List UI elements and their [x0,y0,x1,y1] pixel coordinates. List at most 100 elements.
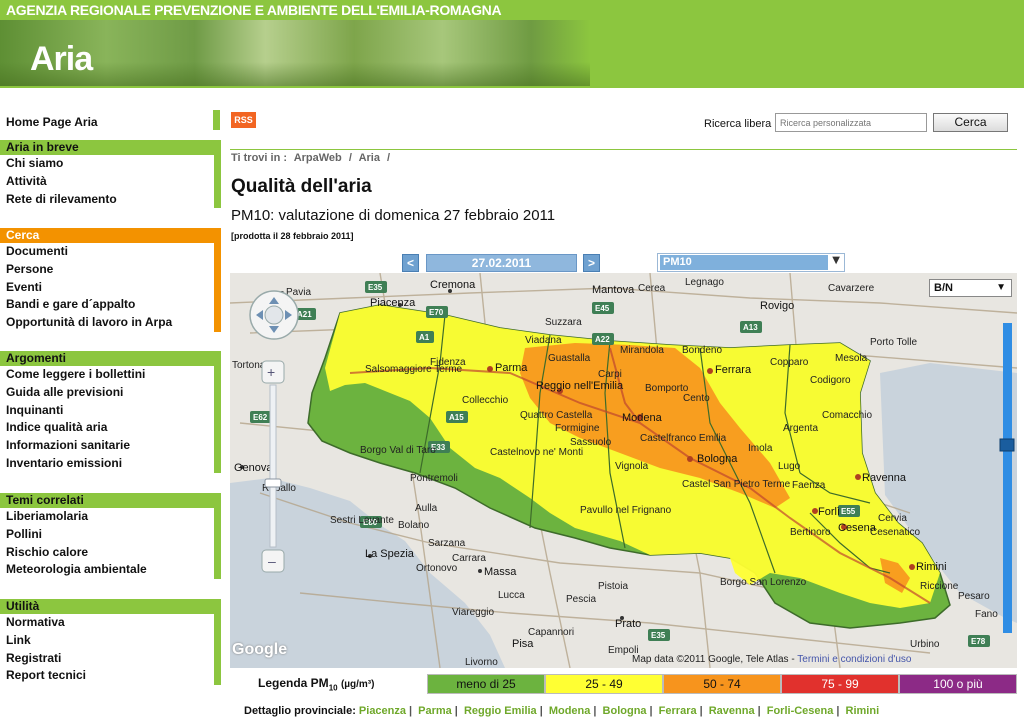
svg-text:Castel San Pietro Terme: Castel San Pietro Terme [682,479,791,490]
nav-item-chi-siamo[interactable]: Chi siamo [0,155,214,173]
nav-item-eventi[interactable]: Eventi [0,279,214,297]
nav-item-rete-rilevamento[interactable]: Rete di rilevamento [0,191,214,209]
svg-text:Tortona: Tortona [232,360,266,371]
svg-text:Collecchio: Collecchio [462,395,509,406]
svg-text:Castelfranco Emilia: Castelfranco Emilia [640,433,727,444]
rss-button[interactable]: RSS [231,112,256,128]
province-link-parma[interactable]: Parma [418,705,452,717]
svg-text:Mirandola: Mirandola [620,345,664,356]
svg-text:Pontremoli: Pontremoli [410,473,458,484]
svg-text:Legnago: Legnago [685,277,724,288]
svg-text:Bologna: Bologna [697,453,738,465]
svg-text:E35: E35 [651,631,666,640]
nav-item-informazioni-sanitarie[interactable]: Informazioni sanitarie [0,437,214,455]
province-link-reggio-emilia[interactable]: Reggio Emilia [464,705,537,717]
page-title: Qualità dell'aria [231,176,372,197]
nav-group-aria-in-breve: Aria in breve Chi siamo Attività Rete di… [0,140,221,209]
nav-item-bandi-gare[interactable]: Bandi e gare d´appalto [0,296,214,314]
nav-item-documenti[interactable]: Documenti [0,243,214,261]
svg-text:Lugo: Lugo [778,461,801,472]
svg-text:Sarzana: Sarzana [428,538,466,549]
map-type-select[interactable]: B/N ▼ [929,279,1012,297]
province-link-ferrara[interactable]: Ferrara [659,705,697,717]
svg-text:Sestri Levante: Sestri Levante [330,515,394,526]
province-link-piacenza[interactable]: Piacenza [359,705,406,717]
prev-date-button[interactable]: < [402,254,419,272]
province-link-rimini[interactable]: Rimini [846,705,880,717]
province-link-modena[interactable]: Modena [549,705,591,717]
nav-home-link[interactable]: Home Page Aria [6,115,98,129]
province-link-forli-cesena[interactable]: Forli-Cesena [767,705,834,717]
svg-text:Guastalla: Guastalla [548,353,591,364]
nav-group-title[interactable]: Aria in breve [0,140,214,155]
svg-text:Cesenatico: Cesenatico [870,527,920,538]
search-input[interactable] [775,113,927,132]
header-banner: AGENZIA REGIONALE PREVENZIONE E AMBIENTE… [0,0,1024,88]
breadcrumb-separator: / [348,152,352,164]
pollutant-select[interactable]: PM10 ▼ [657,253,845,272]
svg-text:Ortonovo: Ortonovo [416,563,458,574]
breadcrumb-arpaweb[interactable]: ArpaWeb [294,152,342,164]
nav-home-marker [213,110,220,130]
nav-item-normativa[interactable]: Normativa [0,614,214,632]
app-logo[interactable]: Aria [30,40,93,79]
svg-text:Forlì: Forlì [818,506,840,518]
nav-group-title[interactable]: Cerca [0,228,214,243]
svg-text:Rimini: Rimini [916,561,947,573]
province-link-bologna[interactable]: Bologna [603,705,647,717]
svg-text:Viadana: Viadana [525,335,562,346]
nav-item-registrati[interactable]: Registrati [0,650,214,668]
legend-label-text: Legenda PM [258,676,329,690]
nav-group-title[interactable]: Argomenti [0,351,214,366]
nav-group-title[interactable]: Utilità [0,599,214,614]
svg-text:Rovigo: Rovigo [760,300,794,312]
attribution-text: Map data ©2011 Google, Tele Atlas - [632,654,795,665]
breadcrumb-prefix: Ti trovi in : [231,152,288,164]
nav-item-report-tecnici[interactable]: Report tecnici [0,667,214,685]
legend-label: Legenda PM10 (µg/m³) [258,676,374,692]
svg-text:A13: A13 [743,323,758,332]
nav-group-title[interactable]: Temi correlati [0,493,214,508]
nav-item-liberiamolaria[interactable]: Liberiamolaria [0,508,214,526]
nav-item-indice-qualita[interactable]: Indice qualità aria [0,419,214,437]
map-pan-control[interactable] [249,290,299,340]
svg-text:Bolano: Bolano [398,520,430,531]
breadcrumb: Ti trovi in : ArpaWeb / Aria / [231,152,394,164]
svg-text:E35: E35 [368,283,383,292]
breadcrumb-aria[interactable]: Aria [359,152,380,164]
nav-item-meteorologia[interactable]: Meteorologia ambientale [0,561,214,579]
search-button[interactable]: Cerca [933,113,1008,132]
nav-item-link[interactable]: Link [0,632,214,650]
page-subtitle: PM10: valutazione di domenica 27 febbrai… [231,207,556,224]
air-quality-map[interactable]: E35 A21 A1 E70 E45 A22 A13 E62 A15 E33 E… [230,273,1017,668]
nav-item-persone[interactable]: Persone [0,261,214,279]
nav-item-pollini[interactable]: Pollini [0,526,214,544]
svg-text:Vignola: Vignola [615,461,649,472]
province-link-ravenna[interactable]: Ravenna [709,705,755,717]
svg-text:Castelnovo ne' Monti: Castelnovo ne' Monti [490,447,583,458]
search-button-label: Cerca [954,115,987,129]
nav-item-inventario-emissioni[interactable]: Inventario emissioni [0,455,214,473]
nav-item-opportunita-lavoro[interactable]: Opportunità di lavoro in Arpa [0,314,214,332]
nav-item-attivita[interactable]: Attività [0,173,214,191]
date-field[interactable]: 27.02.2011 [426,254,577,272]
legend-class-5: 100 o più [899,674,1017,694]
svg-text:E62: E62 [253,413,268,422]
nav-item-guida-previsioni[interactable]: Guida alle previsioni [0,384,214,402]
svg-text:Cerea: Cerea [638,283,666,294]
svg-text:Capannori: Capannori [528,627,574,638]
svg-text:Cervia: Cervia [878,513,907,524]
next-date-button[interactable]: > [583,254,600,272]
nav-item-rischio-calore[interactable]: Rischio calore [0,544,214,562]
chevron-down-icon: ▼ [996,282,1006,293]
svg-text:Cremona: Cremona [430,279,476,291]
pollutant-value: PM10 [660,255,828,270]
svg-text:E70: E70 [429,308,444,317]
terms-link[interactable]: Termini e condizioni d'uso [797,654,911,665]
nav-item-inquinanti[interactable]: Inquinanti [0,402,214,420]
svg-text:Comacchio: Comacchio [822,410,872,421]
svg-text:Suzzara: Suzzara [545,317,582,328]
map-canvas: E35 A21 A1 E70 E45 A22 A13 E62 A15 E33 E… [230,273,1017,668]
svg-text:Pavullo nel Frignano: Pavullo nel Frignano [580,505,672,516]
nav-item-come-leggere[interactable]: Come leggere i bollettini [0,366,214,384]
